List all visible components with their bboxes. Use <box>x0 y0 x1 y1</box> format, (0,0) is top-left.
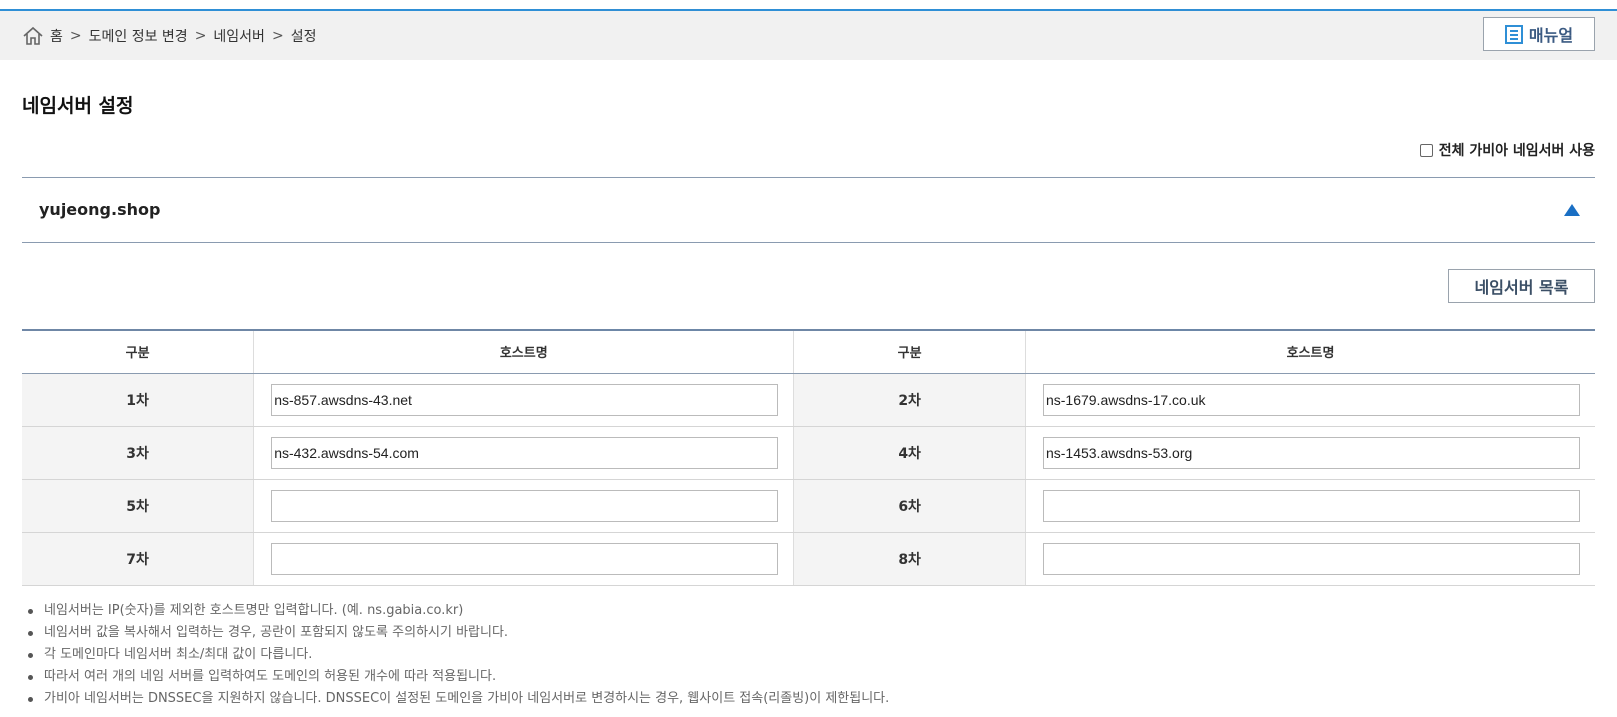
breadcrumb-separator: > <box>69 27 82 44</box>
ns-field-cell <box>1024 373 1595 427</box>
table-row: 3차 4차 <box>22 426 1595 480</box>
breadcrumb-domain-info[interactable]: 도메인 정보 변경 <box>89 26 188 46</box>
list-item: 네임서버 값을 복사해서 입력하는 경우, 공란이 포함되지 않도록 주의하시기… <box>26 622 889 644</box>
guide-notes: 네임서버는 IP(숫자)를 제외한 호스트명만 입력합니다. (예. ns.ga… <box>26 600 889 710</box>
page-title: 네임서버 설정 <box>22 95 134 117</box>
document-list-icon <box>1504 24 1523 44</box>
domain-section-header[interactable]: yujeong.shop <box>22 177 1595 243</box>
nameserver-3-input[interactable] <box>271 436 779 469</box>
breadcrumb-separator: > <box>194 27 207 44</box>
all-gabia-checkbox[interactable] <box>1419 143 1433 157</box>
list-item: 따라서 여러 개의 네임 서버를 입력하여도 도메인의 허용된 개수에 따라 적… <box>26 666 889 688</box>
breadcrumb-current: 설정 <box>290 28 317 45</box>
ns-field-cell <box>1024 426 1595 480</box>
nameserver-2-input[interactable] <box>1042 383 1580 416</box>
breadcrumb: 홈 > 도메인 정보 변경 > 네임서버 > 설정 <box>22 11 316 60</box>
ns-field-cell <box>253 373 794 427</box>
nameserver-table: 구분 호스트명 구분 호스트명 1차 2차 3차 4차 5차 6차 7차 8차 <box>22 329 1595 586</box>
breadcrumb-separator: > <box>271 27 284 44</box>
breadcrumb-nameserver[interactable]: 네임서버 <box>213 26 265 46</box>
ns-order-label: 1차 <box>22 373 254 427</box>
manual-button-label: 매뉴얼 <box>1528 26 1574 45</box>
ns-field-cell <box>253 532 794 586</box>
ns-order-label: 2차 <box>793 373 1026 427</box>
nameserver-1-input[interactable] <box>271 383 779 416</box>
column-header-order: 구분 <box>793 329 1026 374</box>
ns-order-label: 6차 <box>793 479 1026 533</box>
ns-order-label: 8차 <box>793 532 1026 586</box>
nameserver-list-button[interactable]: 네임서버 목록 <box>1448 269 1595 303</box>
home-icon[interactable] <box>22 25 44 47</box>
ns-field-cell <box>1024 479 1595 533</box>
ns-field-cell <box>253 479 794 533</box>
ns-order-label: 3차 <box>22 426 254 480</box>
table-row: 5차 6차 <box>22 479 1595 533</box>
breadcrumb-home[interactable]: 홈 <box>50 26 63 46</box>
column-header-hostname: 호스트명 <box>253 329 794 374</box>
nameserver-4-input[interactable] <box>1042 436 1580 469</box>
column-header-hostname: 호스트명 <box>1024 329 1595 374</box>
all-gabia-label[interactable]: 전체 가비아 네임서버 사용 <box>1439 140 1595 160</box>
nameserver-5-input[interactable] <box>271 489 779 522</box>
column-header-order: 구분 <box>22 329 254 374</box>
ns-order-label: 4차 <box>793 426 1026 480</box>
ns-field-cell <box>1024 532 1595 586</box>
ns-field-cell <box>253 426 794 480</box>
all-gabia-nameserver-option[interactable]: 전체 가비아 네임서버 사용 <box>1419 140 1595 160</box>
domain-name: yujeong.shop <box>39 200 161 219</box>
list-item: 네임서버는 IP(숫자)를 제외한 호스트명만 입력합니다. (예. ns.ga… <box>26 600 889 622</box>
list-item: 각 도메인마다 네임서버 최소/최대 값이 다릅니다. <box>26 644 889 666</box>
nameserver-8-input[interactable] <box>1042 542 1580 575</box>
nameserver-6-input[interactable] <box>1042 489 1580 522</box>
nameserver-7-input[interactable] <box>271 542 779 575</box>
ns-order-label: 7차 <box>22 532 254 586</box>
ns-order-label: 5차 <box>22 479 254 533</box>
manual-button[interactable]: 매뉴얼 <box>1483 17 1595 51</box>
table-header-row: 구분 호스트명 구분 호스트명 <box>22 329 1595 374</box>
breadcrumb-bar: 홈 > 도메인 정보 변경 > 네임서버 > 설정 매뉴얼 <box>0 11 1617 60</box>
list-item: 가비아 네임서버는 DNSSEC을 지원하지 않습니다. DNSSEC이 설정된… <box>26 688 889 710</box>
table-row: 7차 8차 <box>22 532 1595 586</box>
triangle-up-icon[interactable] <box>1564 204 1580 216</box>
table-row: 1차 2차 <box>22 373 1595 427</box>
